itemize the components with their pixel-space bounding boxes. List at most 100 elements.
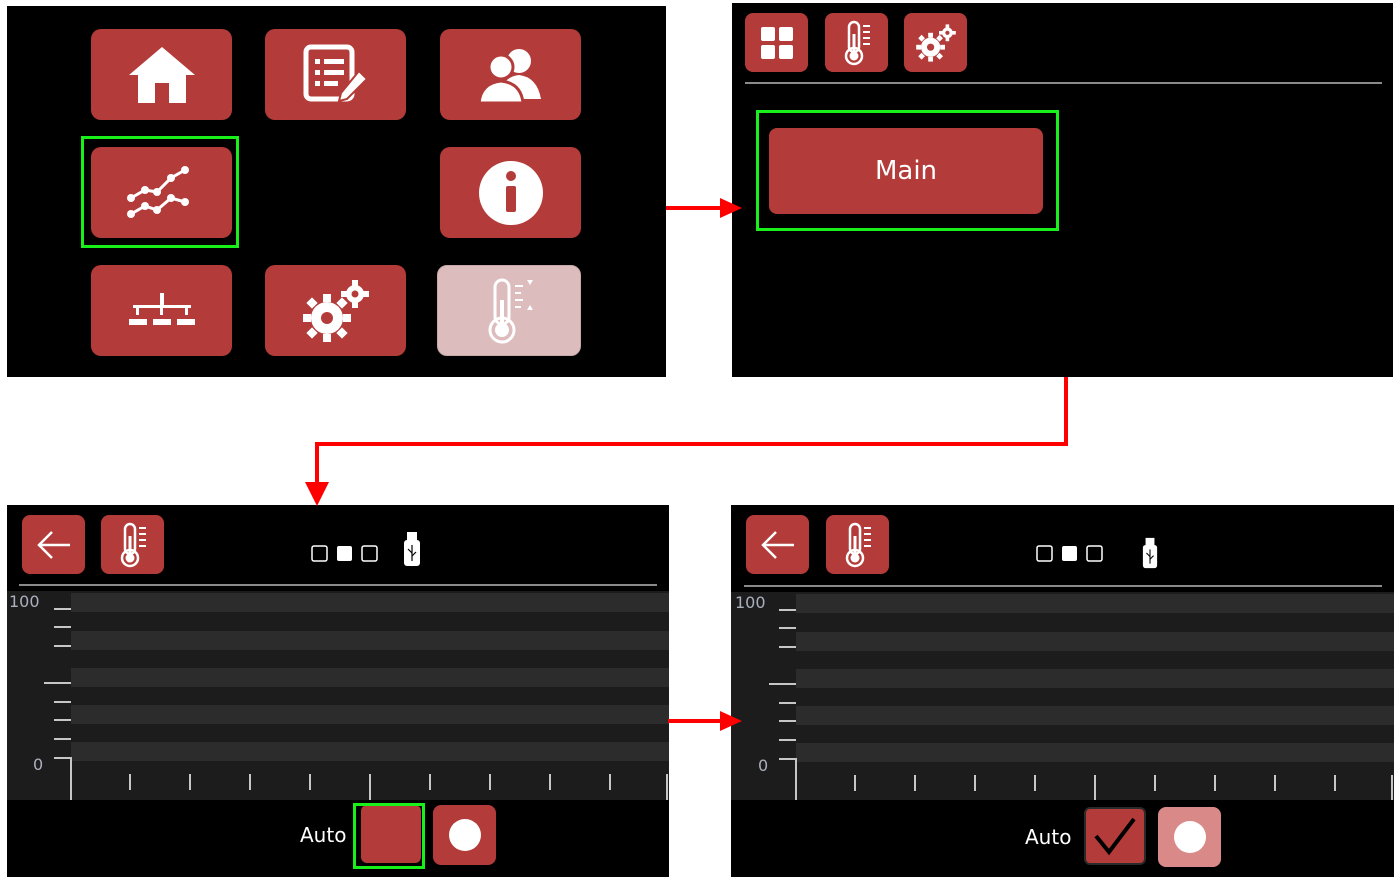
chart-band xyxy=(796,669,1394,688)
x-axis-tick xyxy=(1094,775,1096,800)
home-button[interactable] xyxy=(91,29,232,120)
record-icon xyxy=(1173,821,1206,853)
main-group-highlight xyxy=(756,110,1059,231)
menu-grid-button[interactable] xyxy=(745,13,808,72)
checkmark-icon xyxy=(1094,817,1136,856)
x-axis-tick xyxy=(489,774,491,790)
trend-view-screen-auto-off: 100 0 Auto xyxy=(7,505,669,877)
settings-button[interactable] xyxy=(904,13,967,72)
grid-icon xyxy=(760,26,793,59)
y-axis-tick xyxy=(54,626,71,628)
thermometer-button[interactable] xyxy=(825,13,888,72)
record-button[interactable] xyxy=(433,805,496,865)
x-axis-line xyxy=(70,757,72,800)
x-axis-tick xyxy=(429,774,431,790)
y-axis-tick xyxy=(54,757,71,759)
info-button[interactable] xyxy=(440,147,581,238)
gears-icon xyxy=(915,23,956,62)
usb-icon[interactable] xyxy=(403,531,421,567)
flow-arrow-3-to-4 xyxy=(668,711,742,731)
page-dot-3 xyxy=(361,545,378,562)
y-axis-tick xyxy=(779,609,796,611)
page-dot-2-active xyxy=(1062,546,1077,561)
chart-band xyxy=(796,743,1394,762)
y-axis-min-label: 0 xyxy=(758,756,769,775)
page-dot-2-active xyxy=(337,546,352,561)
x-axis-tick xyxy=(1214,775,1216,791)
y-axis-tick xyxy=(779,702,796,704)
y-axis-tick xyxy=(779,739,796,741)
chart-band xyxy=(71,742,669,761)
chart-band xyxy=(796,594,1394,613)
y-axis-max-label: 100 xyxy=(735,593,766,612)
y-axis-tick xyxy=(779,627,796,629)
y-axis-tick xyxy=(54,645,71,647)
thermometer-icon xyxy=(844,20,870,65)
x-axis-tick xyxy=(309,774,311,790)
y-axis-tick xyxy=(779,646,796,648)
network-button[interactable] xyxy=(91,265,232,356)
flow-arrow-2-to-3 xyxy=(305,377,1068,506)
flow-arrow-1-to-2 xyxy=(666,198,742,218)
y-axis-min-label: 0 xyxy=(33,755,44,774)
list-edit-icon xyxy=(303,44,368,102)
y-axis-tick xyxy=(779,758,796,760)
info-icon xyxy=(478,160,543,225)
thermometer-icon xyxy=(845,522,871,567)
toolbar-divider xyxy=(744,585,1382,587)
trend-button-highlight xyxy=(81,136,239,248)
x-axis-tick xyxy=(369,774,371,800)
back-button[interactable] xyxy=(22,515,85,574)
auto-label: Auto xyxy=(1025,825,1072,849)
back-button[interactable] xyxy=(746,515,809,574)
x-axis-tick xyxy=(1391,775,1393,800)
chart-band xyxy=(796,706,1394,725)
usb-icon[interactable] xyxy=(1142,537,1158,569)
auto-checkbox-checked[interactable] xyxy=(1084,807,1146,865)
trend-groups-screen: Main xyxy=(732,3,1393,377)
x-axis-tick xyxy=(914,775,916,791)
arrow-left-icon xyxy=(760,530,794,559)
page-dot-3 xyxy=(1086,545,1103,562)
record-button-disabled xyxy=(1158,807,1221,867)
thermometer-button[interactable] xyxy=(826,515,889,574)
x-axis-tick xyxy=(549,774,551,790)
x-axis-tick xyxy=(129,774,131,790)
network-icon xyxy=(128,292,195,325)
chart-band xyxy=(71,705,669,724)
list-edit-button[interactable] xyxy=(265,29,406,120)
trend-chart[interactable]: 100 0 xyxy=(7,591,669,800)
x-axis-tick xyxy=(666,774,668,800)
x-axis-tick xyxy=(1154,775,1156,791)
home-icon xyxy=(128,46,195,103)
x-axis-line xyxy=(795,758,797,800)
settings-button[interactable] xyxy=(265,265,406,356)
x-axis-tick xyxy=(189,774,191,790)
users-icon xyxy=(476,48,541,104)
chart-band xyxy=(71,668,669,687)
gears-icon xyxy=(302,279,369,342)
trend-view-screen-auto-on: 100 0 Auto xyxy=(731,505,1394,877)
page-dots xyxy=(1036,545,1103,562)
trend-chart[interactable]: 100 0 xyxy=(731,592,1394,800)
thermometer-scale-button xyxy=(437,265,581,356)
toolbar-divider xyxy=(745,82,1382,84)
page-dot-1 xyxy=(311,545,328,562)
main-menu-screen xyxy=(7,6,666,377)
y-axis-max-label: 100 xyxy=(9,592,40,611)
x-axis-tick xyxy=(854,775,856,791)
users-button[interactable] xyxy=(440,29,581,120)
y-axis-tick xyxy=(54,701,71,703)
x-axis-tick xyxy=(249,774,251,790)
thermometer-button[interactable] xyxy=(101,515,164,574)
thermometer-scale-icon xyxy=(488,278,533,343)
page-dot-1 xyxy=(1036,545,1053,562)
auto-checkbox-highlight xyxy=(353,803,425,869)
x-axis-tick xyxy=(609,774,611,790)
record-icon xyxy=(448,819,481,851)
y-axis-tick xyxy=(54,719,71,721)
toolbar-divider xyxy=(19,584,657,586)
x-axis-tick xyxy=(974,775,976,791)
y-axis-tick xyxy=(769,683,796,685)
arrow-left-icon xyxy=(36,530,70,559)
